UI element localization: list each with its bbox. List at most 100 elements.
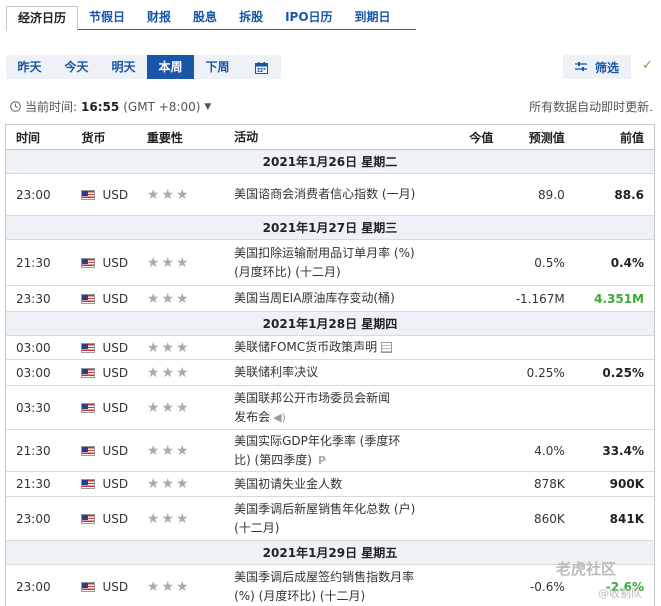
star-rating-icon: ★★★ — [146, 510, 191, 527]
event-time: 23:30 — [16, 291, 51, 306]
table-row[interactable]: 03:30 USD ★★★ 美国联邦公开市场委员会新闻发布会 ◀) — [6, 386, 654, 430]
speaker-icon: ◀) — [273, 410, 286, 424]
event-time: 23:00 — [16, 580, 51, 594]
tab-dividends[interactable]: 股息 — [182, 6, 228, 29]
tab-expiration[interactable]: 到期日 — [344, 6, 402, 29]
period-tab-bar: 昨天 今天 明天 本周 下周 — [6, 55, 281, 79]
event-name[interactable]: 美国季调后新屋销售年化总数 (户) (十二月) — [226, 500, 424, 538]
table-row[interactable]: 21:30 USD ★★★ 美国实际GDP年化季率 (季度环比) (第四季度) P… — [6, 430, 654, 472]
event-previous: 0.4% — [610, 255, 644, 270]
event-time: 21:30 — [16, 443, 51, 458]
event-time: 03:30 — [16, 400, 51, 415]
currency-code: USD — [102, 400, 129, 415]
tab-economic-calendar[interactable]: 经济日历 — [6, 6, 79, 31]
event-forecast: 89.0 — [538, 187, 565, 202]
currency-cell: USD — [67, 366, 136, 380]
watermark-logo: 老虎社区 — [556, 560, 617, 578]
tab-earnings[interactable]: 财报 — [136, 6, 182, 29]
importance-cell: ★★★ — [137, 476, 226, 492]
table-row[interactable]: 21:30 USD ★★★ 美国初请失业金人数 878K 900K — [6, 472, 654, 497]
event-name[interactable]: 美国初请失业金人数 — [226, 475, 424, 494]
event-name[interactable]: 美联储利率决议 — [226, 363, 424, 382]
table-row[interactable]: 23:30 USD ★★★ 美国当周EIA原油库存变动(桶) -1.167M 4… — [6, 286, 654, 312]
preliminary-icon: P — [317, 453, 326, 467]
event-forecast: 0.5% — [534, 255, 565, 270]
event-name[interactable]: 美国扣除运输耐用品订单月率 (%) (月度环比) (十二月) — [226, 244, 424, 282]
col-forecast: 预测值 — [528, 130, 565, 145]
currency-cell: USD — [67, 256, 136, 270]
filter-button[interactable]: 筛选 — [563, 55, 631, 79]
table-row[interactable]: 21:30 USD ★★★ 美国扣除运输耐用品订单月率 (%) (月度环比) (… — [6, 240, 654, 286]
event-name-cell[interactable]: 美联储FOMC货币政策声明 — [226, 338, 424, 357]
star-rating-icon: ★★★ — [146, 442, 191, 459]
event-name[interactable]: 美国季调后成屋签约销售指数月率(%) (月度环比) (十二月) — [226, 568, 424, 606]
importance-cell: ★★★ — [137, 291, 226, 307]
table-row[interactable]: 23:00 USD ★★★ 美国季调后新屋销售年化总数 (户) (十二月) 86… — [6, 497, 654, 541]
tab-splits[interactable]: 拆股 — [228, 6, 274, 29]
event-name[interactable]: 美国联邦公开市场委员会新闻发布会 — [234, 391, 390, 424]
currency-cell: USD — [67, 477, 136, 491]
economic-calendar-table: 时间 货币 重要性 活动 今值 预测值 前值 2021年1月26日 星期二 23… — [5, 124, 655, 606]
importance-cell: ★★★ — [137, 365, 226, 381]
currency-code: USD — [102, 255, 129, 270]
event-name[interactable]: 美国谘商会消费者信心指数 (一月) — [226, 185, 424, 204]
document-icon — [381, 342, 393, 353]
us-flag-icon — [81, 367, 96, 378]
importance-cell: ★★★ — [137, 340, 226, 356]
currency-cell: USD — [67, 401, 136, 415]
tab-this-week[interactable]: 本周 — [147, 55, 194, 79]
tab-yesterday[interactable]: 昨天 — [6, 55, 53, 79]
currency-code: USD — [102, 580, 129, 594]
col-previous: 前值 — [619, 130, 644, 145]
col-activity: 活动 — [234, 129, 259, 144]
us-flag-icon — [81, 479, 96, 489]
col-actual: 今值 — [469, 130, 494, 145]
us-flag-icon — [81, 257, 96, 268]
watermark-handle: @收割队 — [598, 587, 642, 600]
importance-cell: ★★★ — [137, 579, 226, 595]
currency-cell: USD — [67, 292, 136, 306]
table-row[interactable]: 03:00 USD ★★★ 美联储利率决议 0.25% 0.25% — [6, 360, 654, 386]
table-row[interactable]: 23:00 USD ★★★ 美国谘商会消费者信心指数 (一月) 89.0 88.… — [6, 174, 654, 216]
event-time: 23:00 — [16, 511, 51, 526]
checkmark-icon[interactable]: ✓ — [642, 58, 653, 73]
date-row: 2021年1月27日 星期三 — [6, 216, 654, 240]
currency-code: USD — [102, 443, 129, 458]
event-name-cell[interactable]: 美国实际GDP年化季率 (季度环比) (第四季度) P — [226, 432, 404, 470]
tab-holidays[interactable]: 节假日 — [78, 6, 136, 29]
event-previous: 88.6 — [614, 187, 644, 202]
currency-code: USD — [102, 477, 129, 491]
currency-cell: USD — [67, 341, 136, 355]
currency-cell: USD — [67, 444, 136, 458]
col-importance: 重要性 — [146, 130, 183, 145]
tab-today[interactable]: 今天 — [53, 55, 100, 79]
sliders-icon — [574, 62, 587, 71]
event-name-cell[interactable]: 美国联邦公开市场委员会新闻发布会 ◀) — [226, 389, 404, 427]
col-time: 时间 — [16, 130, 41, 145]
time-value: 16:55 — [81, 99, 120, 114]
tab-next-week[interactable]: 下周 — [194, 55, 241, 79]
star-rating-icon: ★★★ — [146, 254, 191, 271]
tab-ipo-calendar[interactable]: IPO日历 — [274, 6, 343, 29]
event-forecast: 860K — [533, 511, 565, 526]
event-previous: 0.25% — [602, 365, 644, 380]
importance-cell: ★★★ — [137, 400, 226, 416]
event-name[interactable]: 美国当周EIA原油库存变动(桶) — [226, 289, 414, 308]
currency-code: USD — [102, 511, 129, 526]
us-flag-icon — [81, 445, 96, 456]
event-forecast: -1.167M — [515, 291, 565, 306]
table-row[interactable]: 03:00 USD ★★★ 美联储FOMC货币政策声明 — [6, 336, 654, 360]
top-tab-bar: 经济日历 节假日 财报 股息 拆股 IPO日历 到期日 — [6, 6, 416, 31]
currency-cell: USD — [67, 512, 136, 526]
star-rating-icon: ★★★ — [146, 476, 191, 492]
us-flag-icon — [81, 513, 96, 524]
tab-tomorrow[interactable]: 明天 — [100, 55, 147, 79]
event-name[interactable]: 美联储FOMC货币政策声明 — [234, 340, 377, 354]
event-forecast: -0.6% — [529, 580, 565, 594]
chevron-down-icon[interactable]: ▼ — [204, 102, 211, 112]
time-prefix: 当前时间: — [25, 100, 78, 114]
calendar-icon[interactable] — [241, 55, 281, 79]
current-time[interactable]: 当前时间: 16:55 (GMT +8:00) ▼ — [10, 98, 211, 115]
event-forecast: 4.0% — [534, 443, 565, 458]
importance-cell: ★★★ — [137, 187, 226, 203]
